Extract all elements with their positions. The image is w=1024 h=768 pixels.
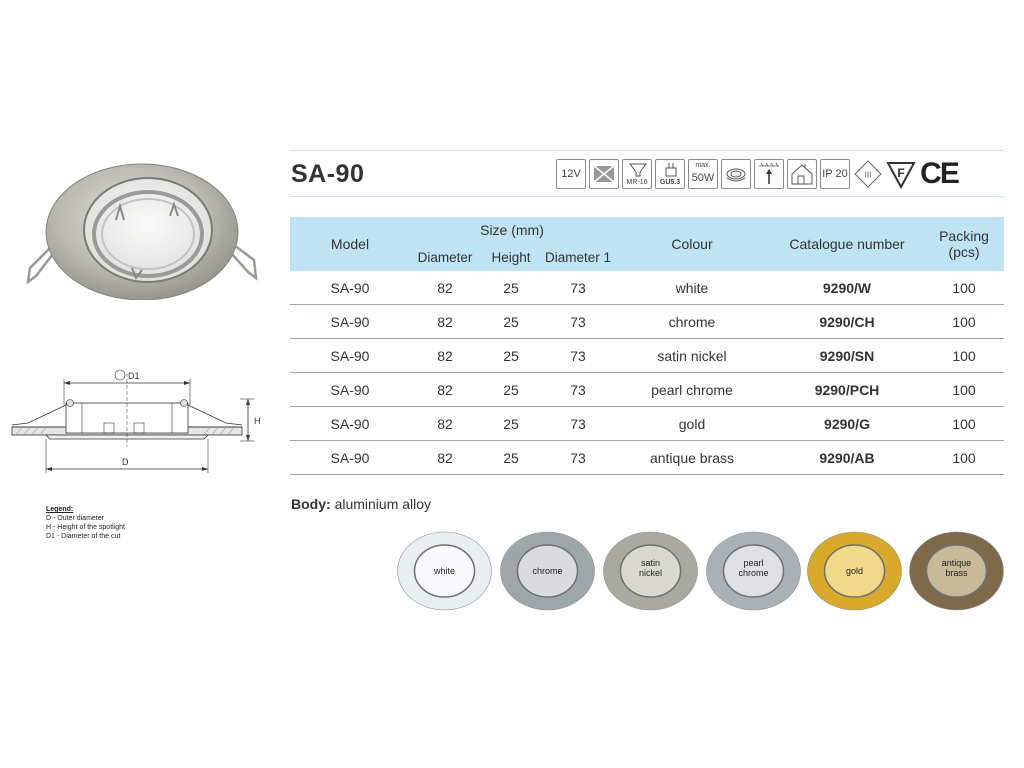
- top-divider: [290, 150, 1004, 151]
- legend-title: Legend:: [46, 506, 74, 513]
- cell-height: 25: [480, 372, 542, 407]
- cell-colour: white: [614, 271, 770, 305]
- page-title: SA-90: [291, 160, 365, 188]
- socket-gu53-icon: GU5.3: [655, 159, 685, 189]
- legend: Legend: D - Outer diameter H - Height of…: [46, 505, 125, 541]
- header-height: Height: [480, 243, 542, 271]
- cell-diameter: 82: [410, 304, 480, 339]
- header-catalogue: Catalogue number: [770, 217, 924, 271]
- header-colour: Colour: [614, 217, 770, 271]
- cell-model: SA-90: [290, 440, 410, 475]
- cell-height: 25: [480, 440, 542, 475]
- swatch-gold: gold: [806, 530, 903, 612]
- cell-model: SA-90: [290, 271, 410, 305]
- cell-height: 25: [480, 406, 542, 441]
- cell-diameter1: 73: [542, 372, 614, 407]
- cell-packing: 100: [924, 406, 1004, 441]
- table-row: SA-90 82 25 73 antique brass 9290/AB 100: [290, 440, 1004, 475]
- body-value: aluminium alloy: [334, 496, 432, 512]
- ceiling-mount-icon: [754, 159, 784, 189]
- table-row: SA-90 82 25 73 pearl chrome 9290/PCH 100: [290, 372, 1004, 407]
- voltage-12v-icon: 12V: [556, 159, 586, 189]
- body-material-note: Body: aluminium alloy: [291, 496, 431, 512]
- swatch-white: white: [396, 530, 493, 612]
- cell-colour: antique brass: [614, 440, 770, 475]
- cell-catalogue: 9290/CH: [770, 304, 924, 339]
- legend-item: D1 - Diameter of the cut: [46, 533, 121, 540]
- cell-diameter1: 73: [542, 406, 614, 441]
- cell-diameter: 82: [410, 338, 480, 373]
- cell-packing: 100: [924, 338, 1004, 373]
- cell-diameter: 82: [410, 372, 480, 407]
- cell-colour: satin nickel: [614, 338, 770, 373]
- cell-diameter1: 73: [542, 271, 614, 305]
- cell-model: SA-90: [290, 406, 410, 441]
- certification-icons: 12V MR-16 GU5.3 max. 50W IP 20 III F CE: [556, 157, 960, 190]
- cell-model: SA-90: [290, 372, 410, 407]
- table-row: SA-90 82 25 73 satin nickel 9290/SN 100: [290, 338, 1004, 373]
- body-label: Body:: [291, 496, 331, 512]
- cell-catalogue: 9290/W: [770, 271, 924, 305]
- table-row: SA-90 82 25 73 white 9290/W 100: [290, 271, 1004, 305]
- cell-diameter: 82: [410, 271, 480, 305]
- ip-rating-icon: IP 20: [820, 159, 850, 189]
- h-label: H: [254, 416, 261, 426]
- swatch-satin-nickel: satin nickel: [602, 530, 699, 612]
- cell-catalogue: 9290/AB: [770, 440, 924, 475]
- cell-model: SA-90: [290, 338, 410, 373]
- f-mark-icon: F: [886, 159, 916, 189]
- class-iii-icon: III: [853, 159, 883, 189]
- svg-text:III: III: [865, 171, 872, 180]
- cell-catalogue: 9290/G: [770, 406, 924, 441]
- swatch-pearl-chrome: pearl chrome: [705, 530, 802, 612]
- cell-packing: 100: [924, 372, 1004, 407]
- table-row: SA-90 82 25 73 chrome 9290/CH 100: [290, 304, 1004, 339]
- title-divider: [290, 196, 1004, 197]
- cell-diameter: 82: [410, 406, 480, 441]
- legend-item: H - Height of the spotlight: [46, 524, 125, 531]
- cell-colour: gold: [614, 406, 770, 441]
- spec-table: Model Size (mm) Colour Catalogue number …: [290, 217, 1004, 475]
- cell-colour: chrome: [614, 304, 770, 339]
- technical-drawing: D1 D H: [11, 369, 261, 473]
- cell-packing: 100: [924, 271, 1004, 305]
- cell-height: 25: [480, 338, 542, 373]
- cell-catalogue: 9290/PCH: [770, 372, 924, 407]
- legend-item: D - Outer diameter: [46, 515, 104, 522]
- max-power-icon: max. 50W: [688, 159, 718, 189]
- cell-diameter: 82: [410, 440, 480, 475]
- cell-packing: 100: [924, 440, 1004, 475]
- cell-catalogue: 9290/SN: [770, 338, 924, 373]
- product-photo: [26, 163, 258, 300]
- svg-text:F: F: [897, 166, 904, 180]
- ce-mark-icon: CE: [919, 157, 960, 190]
- indoor-use-icon: [787, 159, 817, 189]
- header-packing: Packing (pcs): [924, 217, 1004, 271]
- cell-height: 25: [480, 271, 542, 305]
- transformer-icon: [589, 159, 619, 189]
- header-model: Model: [290, 217, 410, 271]
- header-diameter: Diameter: [410, 243, 480, 271]
- cell-height: 25: [480, 304, 542, 339]
- table-row: SA-90 82 25 73 gold 9290/G 100: [290, 406, 1004, 441]
- header-diameter1: Diameter 1: [542, 243, 614, 271]
- swatch-antique-brass: antique brass: [908, 530, 1005, 612]
- adjustable-angle-icon: [721, 159, 751, 189]
- colour-swatches: white chrome satin nickel pearl chrome gol…: [396, 530, 1008, 612]
- d-label: D: [122, 457, 129, 467]
- swatch-chrome: chrome: [499, 530, 596, 612]
- cell-model: SA-90: [290, 304, 410, 339]
- cell-packing: 100: [924, 304, 1004, 339]
- bulb-mr16-icon: MR-16: [622, 159, 652, 189]
- cell-diameter1: 73: [542, 440, 614, 475]
- d1-label: D1: [128, 371, 140, 381]
- cell-diameter1: 73: [542, 304, 614, 339]
- cell-colour: pearl chrome: [614, 372, 770, 407]
- cell-diameter1: 73: [542, 338, 614, 373]
- header-size: Size (mm): [410, 217, 614, 243]
